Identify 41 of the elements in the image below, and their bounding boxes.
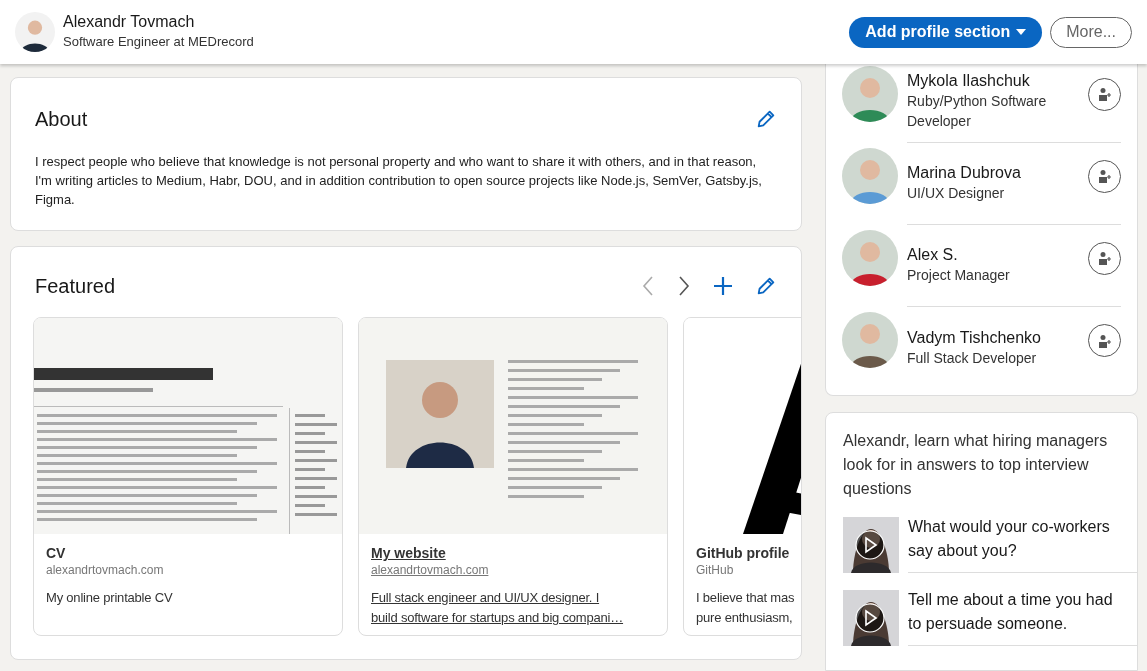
item-description: pure enthusiasm, xyxy=(696,609,793,627)
person-name: Alex S. xyxy=(907,245,958,265)
play-icon[interactable] xyxy=(855,530,885,560)
item-source: alexandrtovmach.com xyxy=(371,562,489,578)
interview-prompt: Alexandr, learn what hiring managers look for in answers to top interview questions xyxy=(843,431,1109,499)
item-description: I believe that mas xyxy=(696,589,795,607)
add-person-icon xyxy=(1097,169,1112,183)
add-person-icon xyxy=(1097,87,1112,101)
profile-headline: Software Engineer at MEDrecord xyxy=(63,33,254,51)
caret-icon xyxy=(1016,29,1027,35)
item-description: My online printable CV xyxy=(46,589,173,607)
person-headline: Ruby/Python Software Developer xyxy=(907,92,1048,131)
edit-icon[interactable] xyxy=(755,275,777,297)
item-description: build software for startups and big compani… xyxy=(371,609,624,627)
item-title: GitHub profile xyxy=(696,544,790,562)
about-text: I respect people who believe that knowledge is not personal property and who want to share it with others, and in that reason, I'm writing articles to Medium, Habr, DOU, and in addition contribution to open source projects like Node.js, SemVer, Gatsby.js, Figma. xyxy=(35,153,763,209)
next-icon[interactable] xyxy=(677,275,691,297)
add-icon[interactable] xyxy=(713,276,733,296)
person-name: Marina Dubrova xyxy=(907,163,1021,183)
item-description: Full stack engineer and UI/UX designer. I xyxy=(371,589,600,607)
item-title: CV xyxy=(46,544,66,562)
add-person-icon xyxy=(1097,333,1112,348)
item-source: alexandrtovmach.com xyxy=(46,562,164,578)
play-icon[interactable] xyxy=(855,603,885,633)
interview-question[interactable]: What would your co-workers say about you? xyxy=(908,515,1137,563)
person-headline: Full Stack Developer xyxy=(907,348,1038,368)
featured-item[interactable]: My website alexandrtovmach.com Full stack engineer and UI/UX designer. I build software for startups and big compani… xyxy=(358,317,668,636)
person-name: Vadym Tishchenko xyxy=(907,327,1041,348)
person-headline: Project Manager xyxy=(907,266,1011,285)
add-person-icon xyxy=(1097,251,1112,265)
profile-name: Alexandr Tovmach xyxy=(63,12,196,32)
item-title: My website xyxy=(371,544,446,562)
section-title: About xyxy=(35,107,88,132)
add-section-button[interactable]: Add profile section xyxy=(849,16,1043,48)
section-title: Featured xyxy=(35,274,116,299)
featured-item[interactable]: CV alexandrtovmach.com My online printable CV xyxy=(33,317,343,636)
person-headline: UI/UX Designer xyxy=(907,184,1006,203)
edit-icon[interactable] xyxy=(755,108,777,130)
person-name: Mykola Ilashchuk xyxy=(907,71,1030,91)
item-source: GitHub xyxy=(696,562,734,578)
interview-question[interactable]: Tell me about a time you had to persuade someone. xyxy=(908,588,1137,636)
